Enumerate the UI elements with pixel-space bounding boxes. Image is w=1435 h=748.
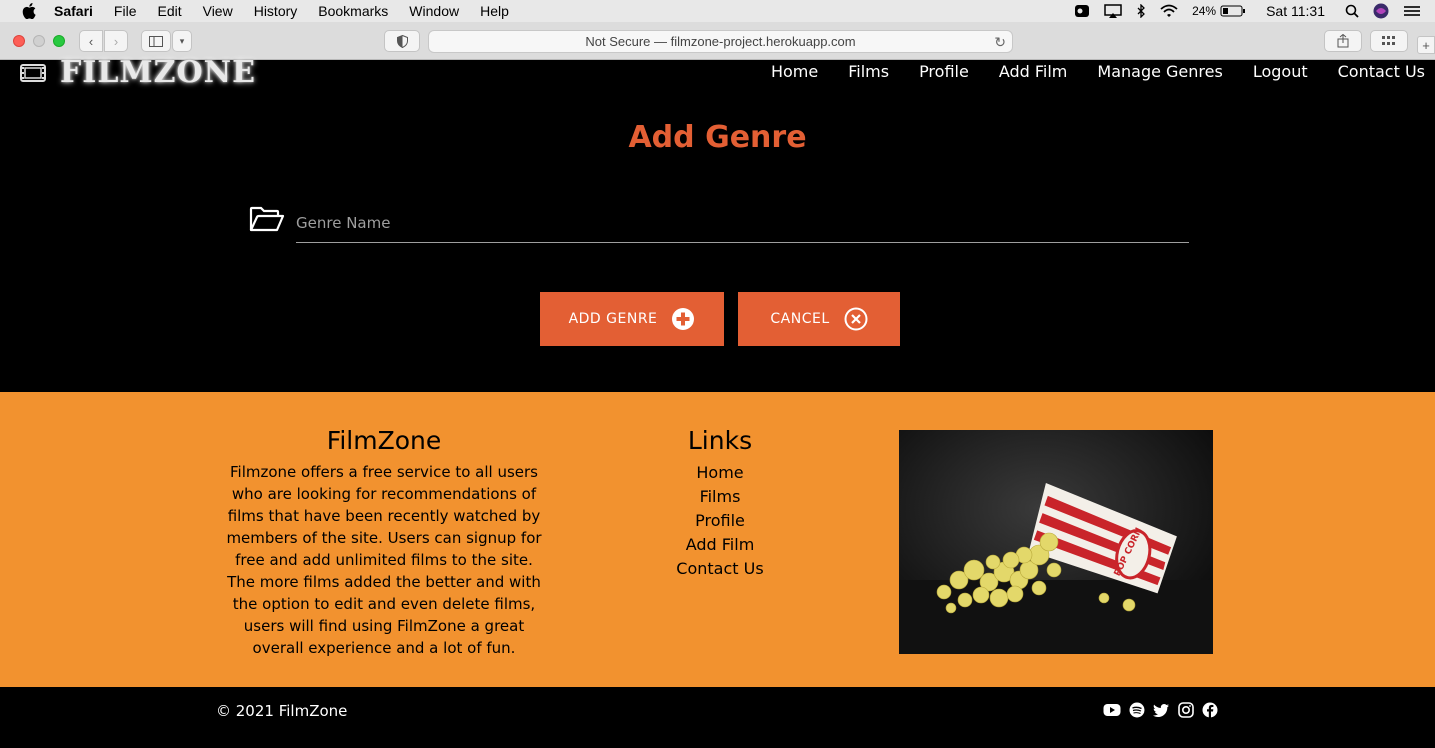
genre-name-input[interactable] xyxy=(296,204,1189,243)
sidebar-menu-button[interactable]: ▾ xyxy=(172,30,192,52)
tab-overview-button[interactable] xyxy=(1370,30,1408,52)
window-zoom-button[interactable] xyxy=(53,35,65,47)
cancel-button[interactable]: CANCEL xyxy=(738,292,900,346)
nav-manage-genres[interactable]: Manage Genres xyxy=(1097,62,1222,81)
share-icon xyxy=(1337,34,1349,48)
menu-bookmarks[interactable]: Bookmarks xyxy=(318,3,388,19)
footer-link-contact-us[interactable]: Contact Us xyxy=(620,557,820,581)
privacy-report-button[interactable] xyxy=(384,30,420,52)
twitter-icon[interactable] xyxy=(1153,702,1170,718)
plus-icon: + xyxy=(1422,37,1430,53)
nav-logout[interactable]: Logout xyxy=(1253,62,1308,81)
menu-view[interactable]: View xyxy=(203,3,233,19)
footer-link-films[interactable]: Films xyxy=(620,485,820,509)
nav-add-film[interactable]: Add Film xyxy=(999,62,1068,81)
back-button[interactable]: ‹ xyxy=(79,30,103,52)
clock[interactable]: Sat 11:31 xyxy=(1266,3,1325,19)
youtube-icon[interactable] xyxy=(1103,702,1121,718)
main-nav: Home Films Profile Add Film Manage Genre… xyxy=(741,60,1425,82)
chevron-right-icon: › xyxy=(113,33,119,49)
url-text: Not Secure — filmzone-project.herokuapp.… xyxy=(585,34,856,49)
menubar-status-area: 24% Sat 11:31 xyxy=(1074,0,1435,22)
menu-help[interactable]: Help xyxy=(480,3,509,19)
menu-window[interactable]: Window xyxy=(409,3,459,19)
grid-icon xyxy=(1382,36,1395,45)
sidebar-icon xyxy=(149,35,163,47)
footer-link-home[interactable]: Home xyxy=(620,461,820,485)
apple-icon[interactable] xyxy=(22,3,36,19)
close-circle-icon xyxy=(844,307,868,331)
logo-text: FILMZONE xyxy=(60,55,256,90)
folder-open-icon xyxy=(249,206,285,236)
footer-link-add-film[interactable]: Add Film xyxy=(620,533,820,557)
page-title: Add Genre xyxy=(628,120,807,155)
instagram-icon[interactable] xyxy=(1178,702,1194,718)
social-links xyxy=(1103,702,1226,718)
menu-app-safari[interactable]: Safari xyxy=(54,3,93,19)
wifi-icon[interactable] xyxy=(1160,4,1178,18)
footer-link-profile[interactable]: Profile xyxy=(620,509,820,533)
share-button[interactable] xyxy=(1324,30,1362,52)
battery-icon[interactable] xyxy=(1220,5,1246,17)
facebook-icon[interactable] xyxy=(1202,702,1218,718)
popcorn-image: POP CORN xyxy=(899,430,1213,654)
video-icon[interactable] xyxy=(1074,4,1090,18)
film-icon xyxy=(20,64,46,82)
reload-icon[interactable]: ↻ xyxy=(994,34,1006,51)
address-bar[interactable]: Not Secure — filmzone-project.herokuapp.… xyxy=(428,30,1013,53)
macos-menubar: Safari File Edit View History Bookmarks … xyxy=(0,0,1435,22)
battery-percent: 24% xyxy=(1192,4,1217,18)
footer-about: FilmZone Filmzone offers a free service … xyxy=(224,426,544,659)
site-logo[interactable]: FILMZONE xyxy=(20,55,256,90)
menu-edit[interactable]: Edit xyxy=(157,3,181,19)
chevron-down-icon: ▾ xyxy=(179,35,185,46)
nav-profile[interactable]: Profile xyxy=(919,62,969,81)
siri-icon[interactable] xyxy=(1373,3,1389,19)
copyright-text: © 2021 FilmZone xyxy=(216,702,348,720)
copyright-bar: © 2021 FilmZone xyxy=(0,687,1435,748)
window-close-button[interactable] xyxy=(13,35,25,47)
site-footer: FilmZone Filmzone offers a free service … xyxy=(0,392,1435,687)
add-genre-label: ADD GENRE xyxy=(568,311,658,327)
nav-home[interactable]: Home xyxy=(771,62,818,81)
forward-button[interactable]: › xyxy=(104,30,128,52)
airplay-icon[interactable] xyxy=(1104,4,1122,18)
nav-contact-us[interactable]: Contact Us xyxy=(1338,62,1425,81)
control-center-icon[interactable] xyxy=(1403,5,1421,17)
plus-circle-icon xyxy=(671,307,695,331)
spotlight-icon[interactable] xyxy=(1345,4,1359,18)
footer-about-text: Filmzone offers a free service to all us… xyxy=(226,463,542,657)
footer-links-title: Links xyxy=(687,426,753,455)
new-tab-button[interactable]: + xyxy=(1417,36,1435,54)
sidebar-button[interactable] xyxy=(141,30,171,52)
chevron-left-icon: ‹ xyxy=(88,33,94,49)
site-navbar: FILMZONE Home Films Profile Add Film Man… xyxy=(0,55,1435,92)
cancel-label: CANCEL xyxy=(770,311,830,327)
nav-films[interactable]: Films xyxy=(848,62,889,81)
shield-icon xyxy=(396,34,408,48)
spotify-icon[interactable] xyxy=(1129,702,1145,718)
bluetooth-icon[interactable] xyxy=(1136,4,1146,18)
menu-history[interactable]: History xyxy=(254,3,298,19)
window-minimize-button[interactable] xyxy=(33,35,45,47)
add-genre-button[interactable]: ADD GENRE xyxy=(540,292,724,346)
menu-file[interactable]: File xyxy=(114,3,137,19)
footer-about-title: FilmZone xyxy=(326,426,442,455)
footer-links: Links Home Films Profile Add Film Contac… xyxy=(620,426,820,581)
